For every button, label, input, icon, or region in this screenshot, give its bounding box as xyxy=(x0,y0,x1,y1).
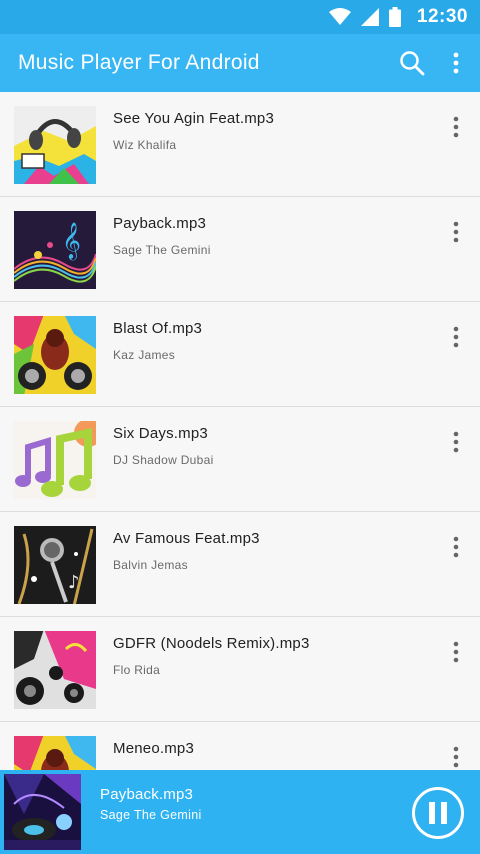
more-vert-icon xyxy=(453,52,459,74)
song-row[interactable]: See You Agin Feat.mp3 Wiz Khalifa xyxy=(0,92,480,197)
pause-icon xyxy=(429,802,435,824)
song-row[interactable]: Meneo.mp3 xyxy=(0,722,480,770)
song-menu-button[interactable] xyxy=(444,427,468,457)
album-art xyxy=(14,421,96,499)
more-vert-icon xyxy=(453,746,459,768)
more-vert-icon xyxy=(453,221,459,243)
song-menu-button[interactable] xyxy=(444,742,468,770)
song-menu-button[interactable] xyxy=(444,532,468,562)
song-menu-button[interactable] xyxy=(444,322,468,352)
more-vert-icon xyxy=(453,431,459,453)
more-vert-icon xyxy=(453,116,459,138)
song-row[interactable]: Blast Of.mp3 Kaz James xyxy=(0,302,480,407)
clock: 12:30 xyxy=(416,6,468,27)
song-menu-button[interactable] xyxy=(444,112,468,142)
now-playing-title: Payback.mp3 xyxy=(100,786,194,803)
svg-text:♪: ♪ xyxy=(68,572,80,593)
album-art: ♪ xyxy=(14,526,96,604)
song-title: Av Famous Feat.mp3 xyxy=(113,530,260,547)
song-artist: Kaz James xyxy=(113,348,176,362)
song-title: GDFR (Noodels Remix).mp3 xyxy=(113,635,310,652)
song-title: Blast Of.mp3 xyxy=(113,320,203,337)
search-icon xyxy=(400,51,425,76)
more-vert-icon xyxy=(453,536,459,558)
song-row[interactable]: 𝄞 Payback.mp3 Sage The Gemini xyxy=(0,197,480,302)
song-artist: Wiz Khalifa xyxy=(113,138,177,152)
song-row[interactable]: Six Days.mp3 DJ Shadow Dubai xyxy=(0,407,480,512)
song-row[interactable]: GDFR (Noodels Remix).mp3 Flo Rida xyxy=(0,617,480,722)
song-artist: DJ Shadow Dubai xyxy=(113,453,214,467)
album-art xyxy=(14,106,96,184)
svg-text:𝄞: 𝄞 xyxy=(62,221,81,260)
battery-icon xyxy=(388,7,401,27)
song-menu-button[interactable] xyxy=(444,637,468,667)
cellular-signal-icon xyxy=(360,8,379,26)
song-menu-button[interactable] xyxy=(444,217,468,247)
more-vert-icon xyxy=(453,641,459,663)
song-title: Payback.mp3 xyxy=(113,215,207,232)
song-title: See You Agin Feat.mp3 xyxy=(113,110,274,127)
album-art xyxy=(14,316,96,394)
now-playing-artist: Sage The Gemini xyxy=(100,808,202,822)
search-button[interactable] xyxy=(390,41,434,85)
song-list[interactable]: See You Agin Feat.mp3 Wiz Khalifa 𝄞 Payb… xyxy=(0,92,480,770)
overflow-menu-button[interactable] xyxy=(434,41,478,85)
now-playing-bar[interactable]: Payback.mp3 Sage The Gemini xyxy=(0,770,480,854)
song-artist: Balvin Jemas xyxy=(113,558,188,572)
app-bar: Music Player For Android xyxy=(0,34,480,92)
more-vert-icon xyxy=(453,326,459,348)
album-art xyxy=(14,736,96,770)
app-title: Music Player For Android xyxy=(18,51,260,74)
wifi-icon xyxy=(328,8,351,25)
pause-icon xyxy=(441,802,447,824)
song-artist: Flo Rida xyxy=(113,663,161,677)
song-row[interactable]: ♪ Av Famous Feat.mp3 Balvin Jemas xyxy=(0,512,480,617)
song-artist: Sage The Gemini xyxy=(113,243,211,257)
pause-button[interactable] xyxy=(412,787,464,839)
song-title: Meneo.mp3 xyxy=(113,740,195,757)
now-playing-album-art xyxy=(4,774,81,850)
song-title: Six Days.mp3 xyxy=(113,425,208,442)
album-art: 𝄞 xyxy=(14,211,96,289)
status-bar: 12:30 xyxy=(0,0,480,34)
album-art xyxy=(14,631,96,709)
